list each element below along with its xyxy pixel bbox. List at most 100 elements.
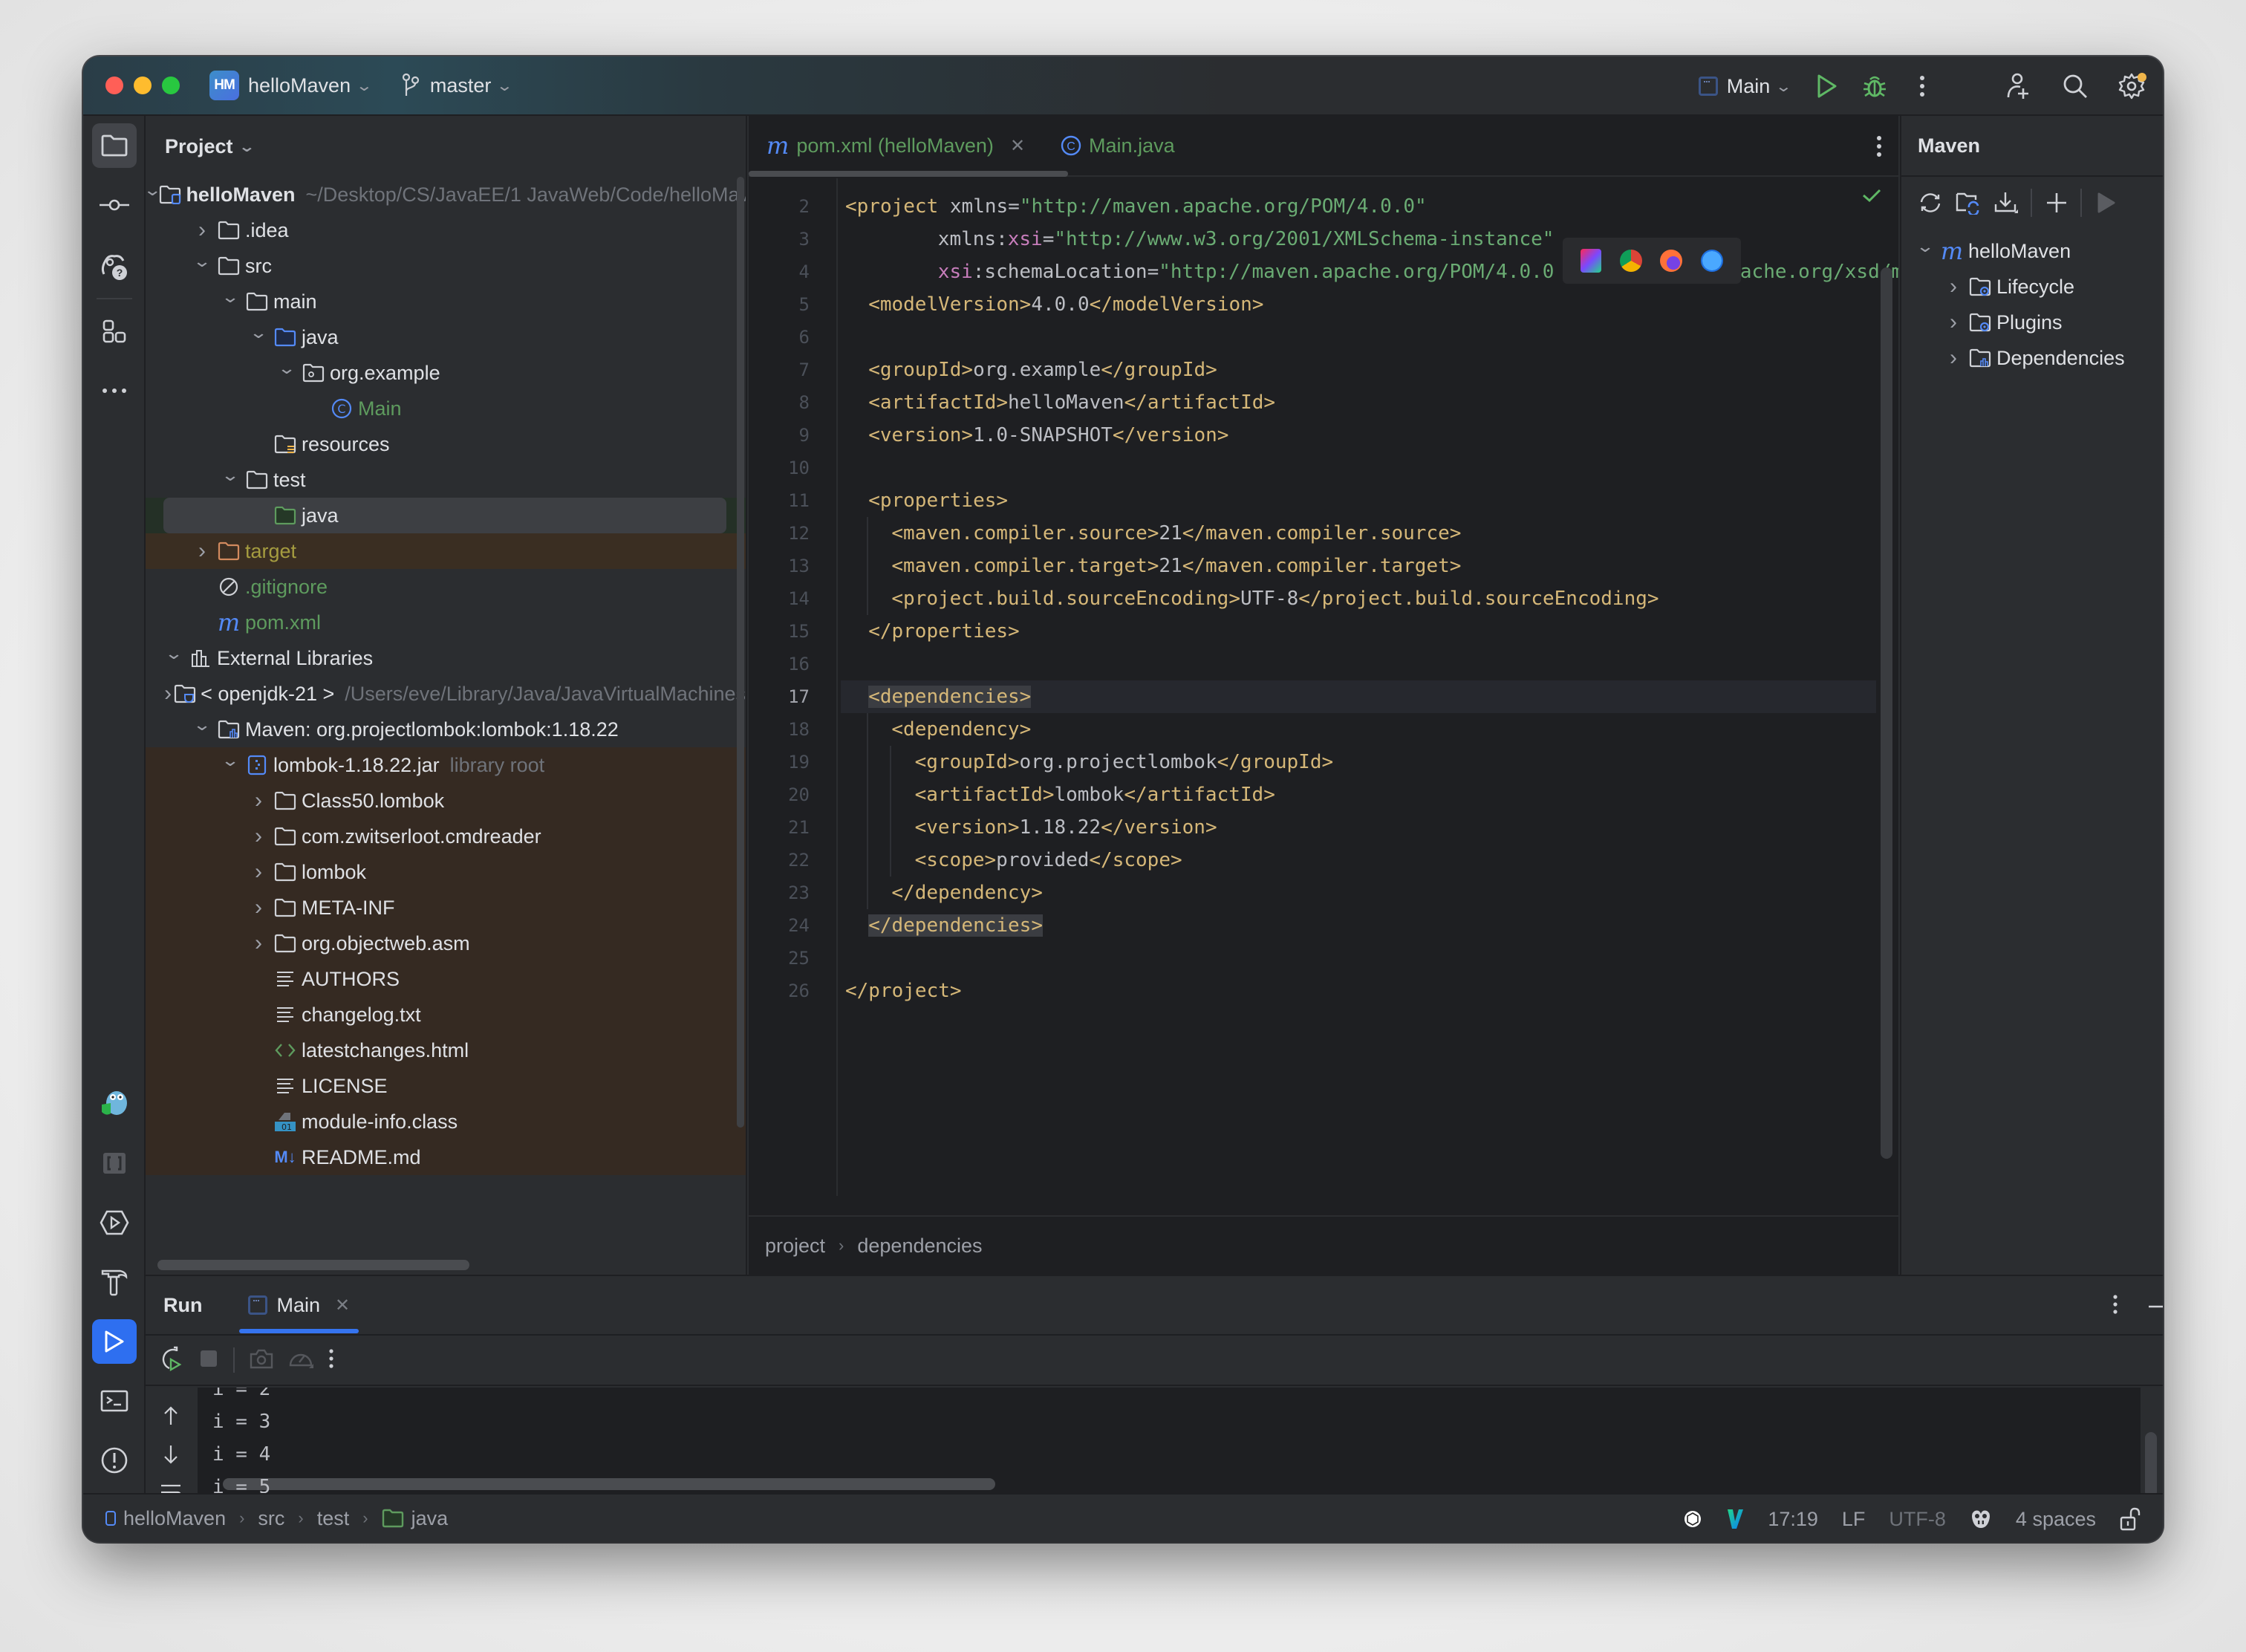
run-tool-button[interactable]: [92, 1319, 137, 1364]
tree-item[interactable]: LICENSE: [146, 1068, 746, 1104]
gopher-plugin-button[interactable]: [92, 1082, 137, 1126]
chevron-right-icon[interactable]: ›: [1939, 310, 1968, 335]
firefox-icon[interactable]: [1660, 250, 1683, 272]
maven-tree-item[interactable]: › Dependencies: [1901, 340, 2163, 376]
debug-button[interactable]: [1860, 71, 1889, 101]
settings-button[interactable]: [2117, 71, 2146, 101]
chrome-icon[interactable]: [1619, 250, 1642, 272]
commit-tool-button[interactable]: [92, 183, 137, 227]
chevron-right-icon[interactable]: ›: [162, 681, 174, 706]
chevron-right-icon[interactable]: ›: [187, 539, 217, 564]
more-run-actions-button[interactable]: [328, 1348, 334, 1373]
unlock-icon[interactable]: [2120, 1507, 2141, 1531]
terminal-tool-button[interactable]: [92, 1379, 137, 1423]
maven-tree-item[interactable]: ⌄ m helloMaven: [1901, 233, 2163, 269]
tree-item[interactable]: latestchanges.html: [146, 1032, 746, 1068]
services-tool-button[interactable]: [92, 1200, 137, 1245]
run-config-selector[interactable]: Main: [1727, 75, 1771, 98]
reload-folder-button[interactable]: [1954, 188, 1982, 218]
chevron-right-icon[interactable]: ›: [244, 895, 273, 920]
chevron-right-icon[interactable]: ›: [187, 218, 217, 243]
tabs-more-button[interactable]: [1876, 135, 1882, 161]
chevron-down-icon[interactable]: ⌄: [496, 77, 513, 95]
tree-item[interactable]: M↓ README.md: [146, 1139, 746, 1175]
maven-tree-item[interactable]: › Lifecycle: [1901, 269, 2163, 305]
tree-item[interactable]: ⌄ java: [146, 319, 746, 355]
download-sources-button[interactable]: [1993, 188, 2020, 218]
maximize-window-button[interactable]: [162, 77, 180, 94]
tree-item[interactable]: › META-INF: [146, 890, 746, 926]
tree-item[interactable]: ⌄ src: [146, 248, 746, 284]
console-vertical-scrollbar[interactable]: [2141, 1388, 2161, 1493]
chevron-down-icon[interactable]: ⌄: [1775, 77, 1792, 96]
structure-tool-button[interactable]: [92, 309, 137, 354]
chevron-right-icon[interactable]: ›: [244, 824, 273, 849]
tree-item[interactable]: › Class50.lombok: [146, 783, 746, 819]
project-panel-header[interactable]: Project ⌄: [146, 116, 746, 177]
code-area[interactable]: 2 3 4 5 6 7 8 9 10 11 12 13 14 15 16 17 18 19 20 21 22 23 24 25…: [749, 178, 1898, 1196]
tree-item[interactable]: ⌄ main: [146, 284, 746, 319]
tabs-scrollbar[interactable]: [749, 171, 1068, 177]
tree-item[interactable]: ⌄ test: [146, 462, 746, 498]
project-badge[interactable]: HM: [209, 71, 239, 100]
tree-item[interactable]: › lombok: [146, 854, 746, 890]
tree-item[interactable]: java: [146, 498, 746, 533]
breadcrumb-item[interactable]: dependencies: [857, 1235, 982, 1258]
status-breadcrumb-item[interactable]: test: [317, 1507, 350, 1530]
profiler-button[interactable]: [288, 1347, 313, 1373]
close-icon[interactable]: ✕: [335, 1295, 350, 1316]
run-tab-main[interactable]: Main ✕: [239, 1275, 359, 1335]
copilot-icon[interactable]: [1970, 1509, 1992, 1529]
project-vertical-scrollbar[interactable]: [735, 177, 746, 1165]
tree-item[interactable]: 01 module-info.class: [146, 1104, 746, 1139]
file-encoding[interactable]: UTF-8: [1889, 1508, 1946, 1531]
chevron-right-icon[interactable]: ›: [244, 931, 273, 956]
chevron-down-icon[interactable]: ⌄: [356, 77, 373, 95]
openai-icon[interactable]: [1683, 1509, 1702, 1529]
tree-item[interactable]: ⌄ External Libraries: [146, 640, 746, 676]
minimize-panel-button[interactable]: [2148, 1299, 2163, 1313]
json-tool-button[interactable]: [92, 1141, 137, 1186]
tree-item[interactable]: C Main: [146, 391, 746, 426]
chevron-right-icon[interactable]: ›: [1939, 345, 1968, 371]
code-with-me-button[interactable]: [2004, 71, 2034, 101]
tree-item[interactable]: › .idea: [146, 212, 746, 248]
tree-item[interactable]: › target: [146, 533, 746, 569]
status-breadcrumb-item[interactable]: src: [258, 1507, 284, 1530]
tree-item[interactable]: ⌄ lombok-1.18.22.jar library root: [146, 747, 746, 783]
console-output[interactable]: i = 2 i = 3 i = 4 i = 5: [198, 1388, 2161, 1493]
indent-setting[interactable]: 4 spaces: [2016, 1508, 2096, 1531]
chevron-down-icon[interactable]: ⌄: [238, 137, 255, 156]
tree-item[interactable]: ⌄helloMaven~/Desktop/CS/JavaEE/1 JavaWeb…: [146, 177, 746, 212]
status-breadcrumb-item[interactable]: java: [411, 1507, 449, 1530]
close-icon[interactable]: ✕: [1010, 135, 1025, 157]
line-ending[interactable]: LF: [1842, 1508, 1866, 1531]
rerun-button[interactable]: [160, 1346, 184, 1375]
ai-help-tool-button[interactable]: ?: [92, 244, 137, 288]
cursor-position[interactable]: 17:19: [1768, 1508, 1818, 1531]
tree-item[interactable]: .gitignore: [146, 569, 746, 605]
breadcrumb-item[interactable]: project: [765, 1235, 825, 1258]
tree-item[interactable]: ⌄ org.example: [146, 355, 746, 391]
close-window-button[interactable]: [105, 77, 123, 94]
stop-button[interactable]: [199, 1349, 218, 1372]
more-toolbar-button[interactable]: [2153, 188, 2163, 218]
tree-item[interactable]: › com.zwitserloot.cmdreader: [146, 819, 746, 854]
reload-all-button[interactable]: [1916, 188, 1944, 218]
console-horizontal-scrollbar[interactable]: [223, 1478, 995, 1490]
tree-item[interactable]: ⌄ Maven: org.projectlombok:lombok:1.18.22: [146, 712, 746, 747]
project-switcher[interactable]: helloMaven: [248, 74, 351, 97]
chevron-right-icon[interactable]: ›: [244, 788, 273, 813]
thread-dump-button[interactable]: [250, 1348, 273, 1373]
editor-vertical-scrollbar[interactable]: [1881, 267, 1892, 1159]
minimize-window-button[interactable]: [134, 77, 152, 94]
run-options-button[interactable]: [2112, 1294, 2118, 1318]
branch-switcher[interactable]: master: [430, 74, 492, 97]
tree-item[interactable]: resources: [146, 426, 746, 462]
project-horizontal-scrollbar[interactable]: [157, 1260, 469, 1270]
vim-plugin-icon[interactable]: [1726, 1508, 1744, 1530]
tab-main-java[interactable]: C Main.java: [1043, 115, 1193, 176]
chevron-right-icon[interactable]: ›: [1939, 274, 1968, 299]
scroll-up-button[interactable]: [157, 1402, 184, 1429]
intellij-icon[interactable]: [1581, 249, 1602, 273]
